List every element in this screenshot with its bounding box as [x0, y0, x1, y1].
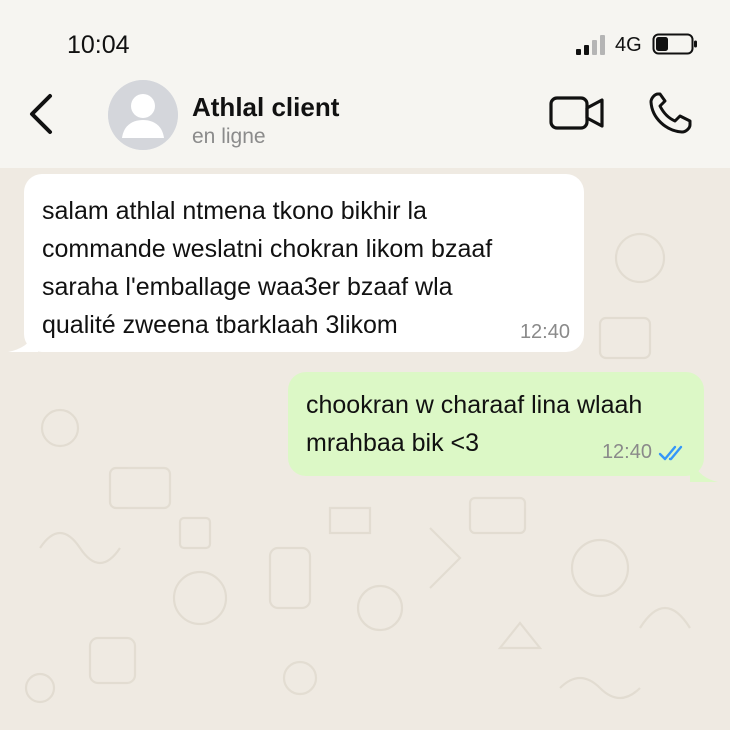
- chevron-left-icon[interactable]: [24, 92, 60, 136]
- battery-low-icon: [652, 33, 697, 55]
- contact-name[interactable]: Athlal client: [192, 92, 339, 123]
- chat-area[interactable]: salam athlal ntmena tkono bikhir la comm…: [0, 168, 730, 730]
- message-meta: 12:40: [602, 441, 690, 464]
- incoming-message[interactable]: salam athlal ntmena tkono bikhir la comm…: [24, 174, 584, 352]
- contact-status: en ligne: [192, 125, 266, 148]
- signal-bars-icon: [576, 35, 605, 55]
- message-text: salam athlal ntmena tkono bikhir la comm…: [42, 197, 493, 339]
- outgoing-message[interactable]: chookran w charaaf lina wlaah mrahbaa bi…: [288, 372, 704, 476]
- chat-header: Athlal client en ligne: [0, 80, 730, 168]
- default-avatar-icon: [108, 80, 178, 150]
- video-camera-icon[interactable]: [548, 92, 606, 134]
- status-bar: 10:04 4G: [0, 0, 730, 80]
- message-time: 12:40: [519, 321, 570, 343]
- double-check-icon: [658, 445, 683, 460]
- avatar[interactable]: [108, 80, 178, 150]
- network-type: 4G: [615, 34, 642, 56]
- phone-icon[interactable]: [646, 90, 696, 136]
- clock-time: 10:04: [67, 31, 130, 59]
- message-time: 12:40: [601, 441, 652, 463]
